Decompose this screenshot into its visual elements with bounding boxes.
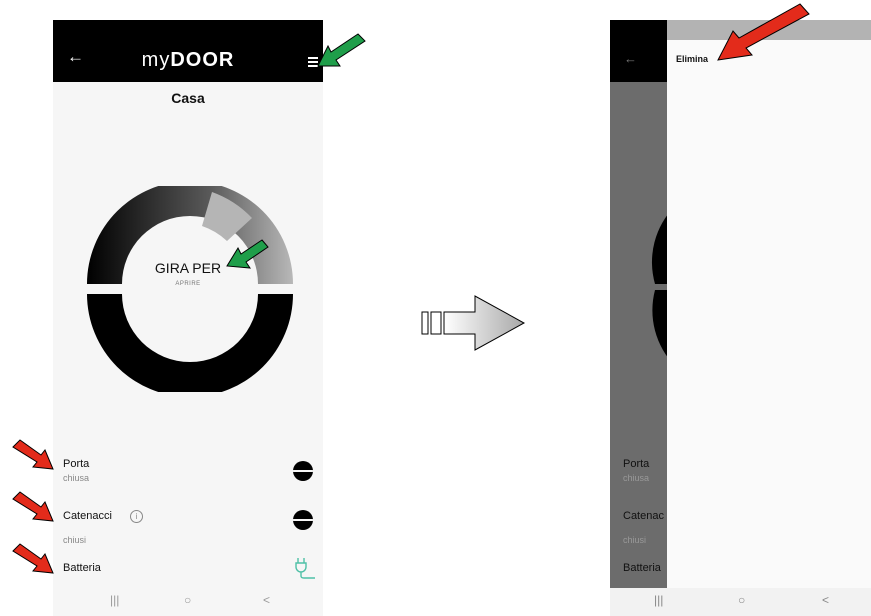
red-pointer-batteria-icon <box>12 543 54 574</box>
red-pointer-catenacci-icon <box>12 491 54 522</box>
transition-arrow-icon <box>421 295 526 351</box>
annotation-overlay <box>12 3 810 574</box>
green-pointer-dial-icon <box>226 239 269 269</box>
green-pointer-menu-icon <box>317 33 366 67</box>
red-pointer-elimina-icon <box>717 3 810 61</box>
red-pointer-porta-icon <box>12 439 54 470</box>
